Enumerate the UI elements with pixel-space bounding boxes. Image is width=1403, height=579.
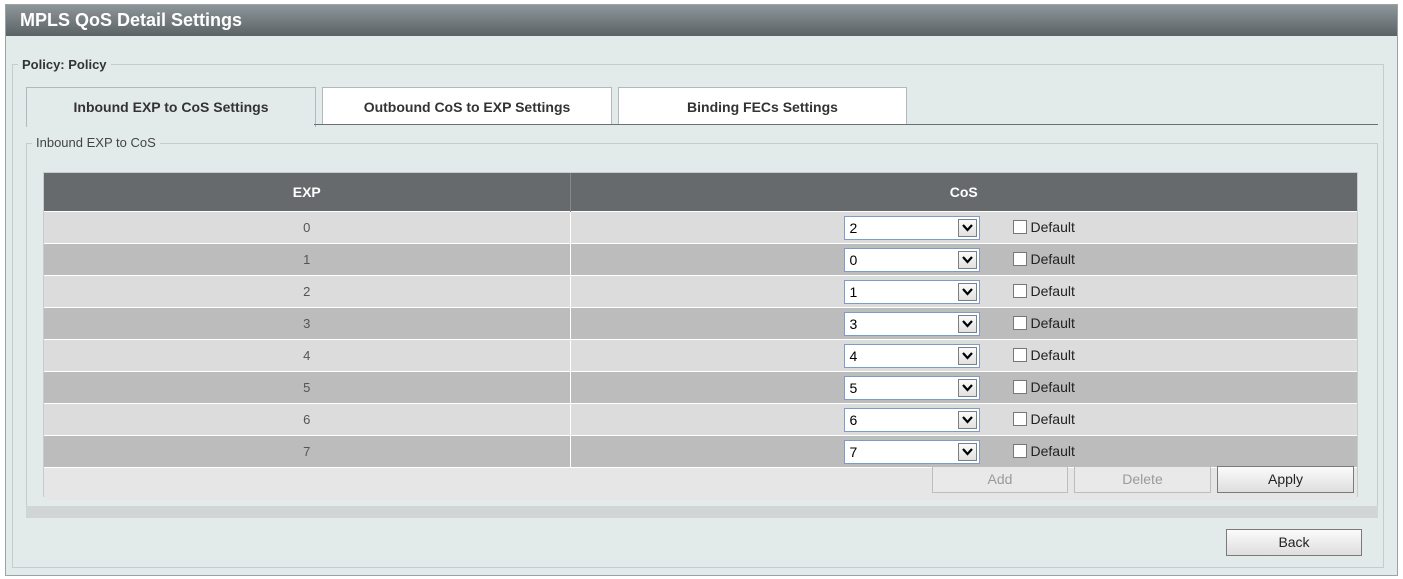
exp-value: 3 bbox=[44, 307, 571, 340]
inbound-legend: Inbound EXP to CoS bbox=[32, 135, 160, 150]
policy-legend: Policy: Policy bbox=[18, 57, 111, 72]
default-checkbox[interactable] bbox=[1012, 284, 1027, 298]
default-label: Default bbox=[1030, 411, 1075, 427]
chevron-down-icon[interactable] bbox=[957, 443, 977, 461]
cos-select[interactable]: 7 bbox=[843, 440, 980, 464]
cos-select-value: 1 bbox=[849, 284, 858, 300]
cos-select[interactable]: 1 bbox=[843, 280, 980, 304]
cos-cell: 0 Default bbox=[570, 243, 1357, 276]
cos-select-value: 0 bbox=[849, 252, 858, 268]
default-label: Default bbox=[1030, 379, 1075, 395]
default-label: Default bbox=[1030, 283, 1075, 299]
default-checkbox[interactable] bbox=[1012, 412, 1027, 426]
cos-cell: 4 Default bbox=[570, 339, 1357, 372]
default-label: Default bbox=[1030, 315, 1075, 331]
delete-button[interactable]: Delete bbox=[1074, 466, 1211, 493]
apply-button[interactable]: Apply bbox=[1217, 466, 1354, 493]
cos-cell: 3 Default bbox=[570, 307, 1357, 340]
table-row: 5 5 Default bbox=[44, 371, 1357, 404]
chevron-down-icon[interactable] bbox=[957, 347, 977, 365]
exp-value: 5 bbox=[44, 371, 571, 404]
default-checkbox[interactable] bbox=[1012, 252, 1027, 266]
cos-select[interactable]: 6 bbox=[843, 408, 980, 432]
default-checkbox[interactable] bbox=[1012, 316, 1027, 330]
table-row: 3 3 Default bbox=[44, 307, 1357, 340]
table-row: 1 0 Default bbox=[44, 243, 1357, 276]
column-header-cos: CoS bbox=[570, 173, 1357, 212]
cos-cell: 1 Default bbox=[570, 275, 1357, 308]
default-label: Default bbox=[1030, 219, 1075, 235]
exp-value: 0 bbox=[44, 211, 571, 244]
default-label: Default bbox=[1030, 251, 1075, 267]
cos-select-value: 6 bbox=[849, 412, 858, 428]
exp-value: 1 bbox=[44, 243, 571, 276]
table-row: 2 1 Default bbox=[44, 275, 1357, 308]
chevron-down-icon[interactable] bbox=[957, 315, 977, 333]
table-row: 4 4 Default bbox=[44, 339, 1357, 372]
default-label: Default bbox=[1030, 443, 1075, 459]
exp-value: 4 bbox=[44, 339, 571, 372]
cos-select[interactable]: 3 bbox=[843, 312, 980, 336]
exp-value: 6 bbox=[44, 403, 571, 436]
cos-select-value: 2 bbox=[849, 220, 858, 236]
cos-select[interactable]: 2 bbox=[843, 216, 980, 240]
exp-value: 2 bbox=[44, 275, 571, 308]
back-button[interactable]: Back bbox=[1226, 529, 1362, 556]
cos-cell: 6 Default bbox=[570, 403, 1357, 436]
exp-value: 7 bbox=[44, 435, 571, 468]
cos-cell: 5 Default bbox=[570, 371, 1357, 404]
default-checkbox[interactable] bbox=[1012, 220, 1027, 234]
default-checkbox[interactable] bbox=[1012, 380, 1027, 394]
default-checkbox[interactable] bbox=[1012, 348, 1027, 362]
chevron-down-icon[interactable] bbox=[957, 219, 977, 237]
chevron-down-icon[interactable] bbox=[957, 379, 977, 397]
cos-cell: 2 Default bbox=[570, 211, 1357, 244]
page-title: MPLS QoS Detail Settings bbox=[6, 5, 1397, 36]
cos-select[interactable]: 0 bbox=[843, 248, 980, 272]
tab-binding-fecs[interactable]: Binding FECs Settings bbox=[618, 87, 907, 125]
tab-inbound-exp-to-cos[interactable]: Inbound EXP to CoS Settings bbox=[26, 87, 316, 127]
table-row: 6 6 Default bbox=[44, 403, 1357, 436]
exp-cos-table: EXP CoS 0 2 Default 1 0 Default 2 1 Default 3 3 Def… bbox=[44, 173, 1357, 500]
cos-select-value: 5 bbox=[849, 380, 858, 396]
exp-cos-table-container: EXP CoS 0 2 Default 1 0 Default 2 1 Default 3 3 Def… bbox=[43, 172, 1358, 500]
default-label: Default bbox=[1030, 347, 1075, 363]
cos-select-value: 3 bbox=[849, 316, 858, 332]
cos-cell: 7 Default bbox=[570, 435, 1357, 468]
cos-select[interactable]: 4 bbox=[843, 344, 980, 368]
cos-select-value: 7 bbox=[849, 444, 858, 460]
tab-outbound-cos-to-exp[interactable]: Outbound CoS to EXP Settings bbox=[322, 87, 612, 125]
cos-select[interactable]: 5 bbox=[843, 376, 980, 400]
add-button[interactable]: Add bbox=[932, 466, 1068, 493]
default-checkbox[interactable] bbox=[1012, 444, 1027, 458]
table-row: 7 7 Default bbox=[44, 435, 1357, 468]
tab-divider bbox=[314, 124, 1378, 125]
column-header-exp: EXP bbox=[44, 173, 571, 212]
chevron-down-icon[interactable] bbox=[957, 411, 977, 429]
chevron-down-icon[interactable] bbox=[957, 283, 977, 301]
section-footer-bar bbox=[26, 506, 1378, 518]
table-row: 0 2 Default bbox=[44, 211, 1357, 244]
chevron-down-icon[interactable] bbox=[957, 251, 977, 269]
cos-select-value: 4 bbox=[849, 348, 858, 364]
